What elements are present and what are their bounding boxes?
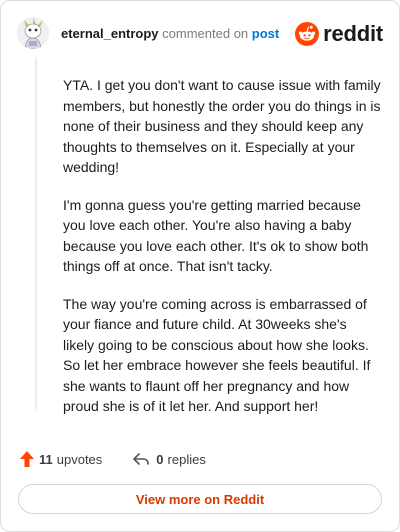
comment-paragraph: YTA. I get you don't want to cause issue… <box>63 77 381 175</box>
replies-label: replies <box>167 451 206 467</box>
comment-header: eternal_entropy commented on post <box>17 17 279 49</box>
replies-action[interactable]: 0 replies <box>132 451 206 467</box>
upvotes-count: 11 <box>39 451 53 467</box>
user-avatar[interactable] <box>17 17 49 49</box>
upvote-arrow-icon <box>20 451 34 467</box>
comment-paragraph: I'm gonna guess you're getting married b… <box>63 196 369 275</box>
reddit-logo-icon <box>295 22 320 46</box>
replies-count: 0 <box>156 451 164 467</box>
thread-line <box>35 57 37 409</box>
comment-actions: 11 upvotes 0 replies <box>19 450 206 468</box>
comment-paragraph: The way you're coming across is embarras… <box>63 295 371 415</box>
reddit-brand[interactable]: reddit <box>295 21 383 47</box>
reddit-wordmark: reddit <box>323 21 383 46</box>
comment-body: YTA. I get you don't want to cause issue… <box>63 75 381 434</box>
username-link[interactable]: eternal_entropy <box>61 26 159 41</box>
upvotes-label: upvotes <box>56 451 103 467</box>
view-more-on-reddit-button[interactable]: View more on Reddit <box>18 484 382 514</box>
commented-on-text: commented on <box>162 25 249 41</box>
post-link[interactable]: post <box>252 26 279 41</box>
comment-meta: eternal_entropy commented on post <box>61 26 279 41</box>
reply-arrow-icon <box>133 453 150 465</box>
avatar-icon <box>17 17 49 49</box>
comment-embed-card: eternal_entropy commented on post reddit… <box>0 0 400 532</box>
upvotes-action[interactable]: 11 upvotes <box>19 450 102 468</box>
